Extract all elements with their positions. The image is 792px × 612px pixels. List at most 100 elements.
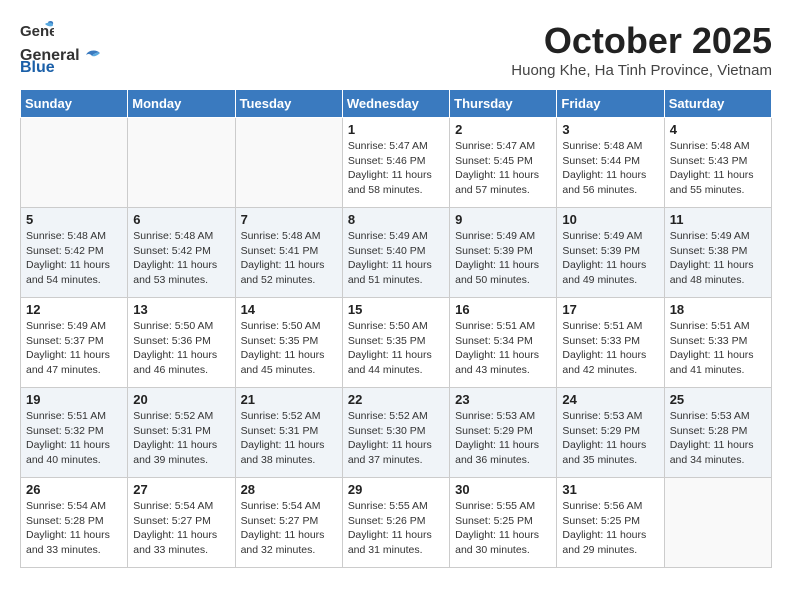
calendar-day-cell: 13Sunrise: 5:50 AM Sunset: 5:36 PM Dayli…: [128, 298, 235, 388]
day-number: 28: [241, 482, 337, 497]
day-number: 9: [455, 212, 551, 227]
day-info: Sunrise: 5:54 AM Sunset: 5:28 PM Dayligh…: [26, 499, 122, 558]
weekday-header-sunday: Sunday: [21, 90, 128, 118]
day-info: Sunrise: 5:50 AM Sunset: 5:36 PM Dayligh…: [133, 319, 229, 378]
day-number: 29: [348, 482, 444, 497]
weekday-header-monday: Monday: [128, 90, 235, 118]
day-info: Sunrise: 5:49 AM Sunset: 5:40 PM Dayligh…: [348, 229, 444, 288]
calendar-day-cell: [21, 118, 128, 208]
page-header: General General Blue October 2025 Huong …: [20, 20, 772, 79]
day-info: Sunrise: 5:53 AM Sunset: 5:28 PM Dayligh…: [670, 409, 766, 468]
day-number: 26: [26, 482, 122, 497]
day-info: Sunrise: 5:52 AM Sunset: 5:31 PM Dayligh…: [133, 409, 229, 468]
day-info: Sunrise: 5:55 AM Sunset: 5:25 PM Dayligh…: [455, 499, 551, 558]
day-info: Sunrise: 5:51 AM Sunset: 5:33 PM Dayligh…: [670, 319, 766, 378]
day-info: Sunrise: 5:49 AM Sunset: 5:38 PM Dayligh…: [670, 229, 766, 288]
calendar-day-cell: 30 Sunrise: 5:55 AM Sunset: 5:25 PM Dayli…: [450, 478, 557, 568]
weekday-header-thursday: Thursday: [450, 90, 557, 118]
day-number: 24: [562, 392, 658, 407]
calendar-day-cell: 8 Sunrise: 5:49 AM Sunset: 5:40 PM Daylig…: [342, 208, 449, 298]
calendar-day-cell: 12 Sunrise: 5:49 AM Sunset: 5:37 PM Dayli…: [21, 298, 128, 388]
day-number: 7: [241, 212, 337, 227]
weekday-header-tuesday: Tuesday: [235, 90, 342, 118]
day-number: 12: [26, 302, 122, 317]
location: Huong Khe, Ha Tinh Province, Vietnam: [511, 62, 772, 79]
day-number: 16: [455, 302, 551, 317]
calendar-day-cell: 15Sunrise: 5:50 AM Sunset: 5:35 PM Dayli…: [342, 298, 449, 388]
logo-blue: Blue: [20, 59, 55, 77]
calendar-day-cell: 19 Sunrise: 5:51 AM Sunset: 5:32 PM Dayli…: [21, 388, 128, 478]
calendar-day-cell: 25 Sunrise: 5:53 AM Sunset: 5:28 PM Dayli…: [664, 388, 771, 478]
calendar-day-cell: 31 Sunrise: 5:56 AM Sunset: 5:25 PM Dayli…: [557, 478, 664, 568]
day-info: Sunrise: 5:53 AM Sunset: 5:29 PM Dayligh…: [562, 409, 658, 468]
day-number: 17: [562, 302, 658, 317]
logo: General General Blue: [20, 20, 104, 77]
calendar-day-cell: 20 Sunrise: 5:52 AM Sunset: 5:31 PM Dayli…: [128, 388, 235, 478]
day-info: Sunrise: 5:51 AM Sunset: 5:33 PM Dayligh…: [562, 319, 658, 378]
day-info: Sunrise: 5:49 AM Sunset: 5:39 PM Dayligh…: [562, 229, 658, 288]
day-number: 8: [348, 212, 444, 227]
calendar-day-cell: 5 Sunrise: 5:48 AM Sunset: 5:42 PM Daylig…: [21, 208, 128, 298]
day-number: 30: [455, 482, 551, 497]
day-number: 3: [562, 122, 658, 137]
calendar-day-cell: 27 Sunrise: 5:54 AM Sunset: 5:27 PM Dayli…: [128, 478, 235, 568]
day-number: 19: [26, 392, 122, 407]
day-info: Sunrise: 5:52 AM Sunset: 5:31 PM Dayligh…: [241, 409, 337, 468]
calendar-day-cell: 23 Sunrise: 5:53 AM Sunset: 5:29 PM Dayli…: [450, 388, 557, 478]
day-number: 31: [562, 482, 658, 497]
calendar-day-cell: 14Sunrise: 5:50 AM Sunset: 5:35 PM Dayli…: [235, 298, 342, 388]
calendar-day-cell: 4Sunrise: 5:48 AM Sunset: 5:43 PM Daylig…: [664, 118, 771, 208]
calendar-day-cell: 22Sunrise: 5:52 AM Sunset: 5:30 PM Dayli…: [342, 388, 449, 478]
day-info: Sunrise: 5:55 AM Sunset: 5:26 PM Dayligh…: [348, 499, 444, 558]
day-info: Sunrise: 5:51 AM Sunset: 5:34 PM Dayligh…: [455, 319, 551, 378]
day-info: Sunrise: 5:48 AM Sunset: 5:41 PM Dayligh…: [241, 229, 337, 288]
day-info: Sunrise: 5:50 AM Sunset: 5:35 PM Dayligh…: [348, 319, 444, 378]
day-info: Sunrise: 5:48 AM Sunset: 5:42 PM Dayligh…: [133, 229, 229, 288]
day-number: 6: [133, 212, 229, 227]
day-info: Sunrise: 5:52 AM Sunset: 5:30 PM Dayligh…: [348, 409, 444, 468]
day-info: Sunrise: 5:53 AM Sunset: 5:29 PM Dayligh…: [455, 409, 551, 468]
day-info: Sunrise: 5:51 AM Sunset: 5:32 PM Dayligh…: [26, 409, 122, 468]
calendar-day-cell: 2 Sunrise: 5:47 AM Sunset: 5:45 PM Daylig…: [450, 118, 557, 208]
day-number: 25: [670, 392, 766, 407]
logo-bird-icon: [82, 47, 104, 65]
day-info: Sunrise: 5:47 AM Sunset: 5:46 PM Dayligh…: [348, 139, 444, 198]
day-number: 11: [670, 212, 766, 227]
day-info: Sunrise: 5:47 AM Sunset: 5:45 PM Dayligh…: [455, 139, 551, 198]
day-number: 1: [348, 122, 444, 137]
calendar-day-cell: 3 Sunrise: 5:48 AM Sunset: 5:44 PM Daylig…: [557, 118, 664, 208]
calendar-day-cell: 16 Sunrise: 5:51 AM Sunset: 5:34 PM Dayli…: [450, 298, 557, 388]
calendar-day-cell: 18 Sunrise: 5:51 AM Sunset: 5:33 PM Dayli…: [664, 298, 771, 388]
calendar-week-row: 5 Sunrise: 5:48 AM Sunset: 5:42 PM Daylig…: [21, 208, 772, 298]
calendar-day-cell: 7 Sunrise: 5:48 AM Sunset: 5:41 PM Daylig…: [235, 208, 342, 298]
calendar-day-cell: 6 Sunrise: 5:48 AM Sunset: 5:42 PM Daylig…: [128, 208, 235, 298]
calendar-day-cell: [235, 118, 342, 208]
month-title: October 2025: [511, 20, 772, 62]
day-info: Sunrise: 5:48 AM Sunset: 5:44 PM Dayligh…: [562, 139, 658, 198]
weekday-header-wednesday: Wednesday: [342, 90, 449, 118]
day-number: 4: [670, 122, 766, 137]
day-info: Sunrise: 5:56 AM Sunset: 5:25 PM Dayligh…: [562, 499, 658, 558]
day-number: 5: [26, 212, 122, 227]
day-number: 10: [562, 212, 658, 227]
day-number: 27: [133, 482, 229, 497]
calendar-day-cell: [128, 118, 235, 208]
calendar-table: SundayMondayTuesdayWednesdayThursdayFrid…: [20, 89, 772, 568]
day-info: Sunrise: 5:49 AM Sunset: 5:37 PM Dayligh…: [26, 319, 122, 378]
calendar-day-cell: 29 Sunrise: 5:55 AM Sunset: 5:26 PM Dayli…: [342, 478, 449, 568]
day-number: 23: [455, 392, 551, 407]
calendar-header-row: SundayMondayTuesdayWednesdayThursdayFrid…: [21, 90, 772, 118]
calendar-day-cell: 24 Sunrise: 5:53 AM Sunset: 5:29 PM Dayli…: [557, 388, 664, 478]
day-number: 20: [133, 392, 229, 407]
day-number: 14: [241, 302, 337, 317]
calendar-day-cell: 11 Sunrise: 5:49 AM Sunset: 5:38 PM Dayli…: [664, 208, 771, 298]
day-info: Sunrise: 5:48 AM Sunset: 5:42 PM Dayligh…: [26, 229, 122, 288]
day-number: 18: [670, 302, 766, 317]
day-info: Sunrise: 5:54 AM Sunset: 5:27 PM Dayligh…: [241, 499, 337, 558]
calendar-week-row: 12 Sunrise: 5:49 AM Sunset: 5:37 PM Dayli…: [21, 298, 772, 388]
day-info: Sunrise: 5:54 AM Sunset: 5:27 PM Dayligh…: [133, 499, 229, 558]
calendar-day-cell: 21Sunrise: 5:52 AM Sunset: 5:31 PM Dayli…: [235, 388, 342, 478]
calendar-week-row: 1 Sunrise: 5:47 AM Sunset: 5:46 PM Daylig…: [21, 118, 772, 208]
day-number: 2: [455, 122, 551, 137]
calendar-week-row: 26 Sunrise: 5:54 AM Sunset: 5:28 PM Dayli…: [21, 478, 772, 568]
